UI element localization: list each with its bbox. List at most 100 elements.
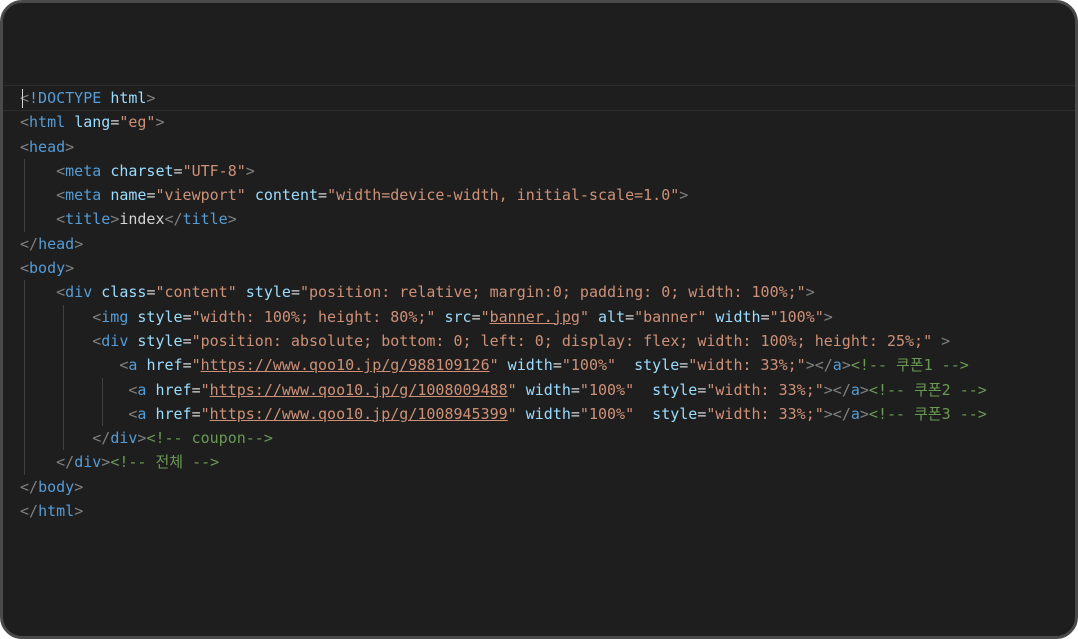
code-token-string-value: " xyxy=(191,356,201,375)
code-line[interactable]: <head> xyxy=(20,135,1075,159)
code-token-punctuation: < xyxy=(56,186,66,205)
code-token-attribute-name: style xyxy=(634,356,680,375)
code-token-text: = xyxy=(191,380,201,399)
code-line[interactable]: <body> xyxy=(20,256,1075,280)
code-token-tag-name: div xyxy=(101,331,129,350)
code-token-tag-name: body xyxy=(29,259,66,278)
code-token-text: = xyxy=(191,404,201,423)
code-line[interactable]: <div style="position: absolute; bottom: … xyxy=(20,328,1075,354)
indent-guide xyxy=(24,158,25,184)
code-line[interactable]: </div><!-- 전체 --> xyxy=(20,450,1075,475)
code-token-punctuation: < xyxy=(20,259,30,278)
indent-guide xyxy=(24,377,25,402)
code-line[interactable]: <!DOCTYPE html> xyxy=(20,86,1075,110)
code-token-text: = xyxy=(679,356,689,375)
code-token-attribute-name: href xyxy=(155,380,192,399)
code-token-string-value: "width: 33%;" xyxy=(688,356,806,375)
code-line[interactable]: <meta charset="UTF-8"> xyxy=(20,158,1075,184)
indent-guide xyxy=(24,183,25,208)
code-token-text: = xyxy=(570,404,580,423)
code-token-punctuation: </ xyxy=(56,453,75,472)
code-token-link-value[interactable]: https://www.qoo10.jp/g/1008945399 xyxy=(210,405,508,423)
code-token-text: = xyxy=(760,307,770,326)
code-token-link-value[interactable]: banner.jpg xyxy=(490,308,580,326)
code-token-attribute-name: width xyxy=(525,380,571,399)
code-token-punctuation: </ xyxy=(20,502,39,521)
code-token-string-value: "eg" xyxy=(119,113,156,132)
code-line[interactable]: <img style="width: 100%; height: 80%;" s… xyxy=(20,304,1075,329)
code-token-tag-name: img xyxy=(101,307,129,326)
code-line[interactable]: </head> xyxy=(20,232,1075,256)
code-token-attribute-name: src xyxy=(444,307,472,326)
code-token-attribute-name: html xyxy=(110,89,147,107)
code-token-string-value: "100%" xyxy=(561,356,617,375)
code-token-text: = xyxy=(697,404,707,423)
code-token-attribute-name: width xyxy=(525,404,571,423)
code-token-punctuation: ></ xyxy=(823,404,851,423)
indent-guide xyxy=(63,401,64,427)
code-token-attribute-name: style xyxy=(137,307,183,326)
code-token-string-value: " xyxy=(507,380,517,399)
code-token-attribute-name: style xyxy=(137,331,183,350)
code-token-attribute-name: charset xyxy=(110,161,174,180)
indent-guide xyxy=(24,207,25,232)
code-token-text: = xyxy=(182,331,192,350)
code-line[interactable]: <title>index</title> xyxy=(20,207,1075,232)
code-line[interactable]: <meta name="viewport" content="width=dev… xyxy=(20,183,1075,208)
code-token-comment: <!-- 쿠폰1 --> xyxy=(850,356,969,375)
code-token-link-value[interactable]: https://www.qoo10.jp/g/1008009488 xyxy=(210,381,508,399)
indent-guide xyxy=(24,426,25,451)
code-token-tag-name: head xyxy=(29,137,66,156)
code-line[interactable]: </body> xyxy=(20,475,1075,499)
code-token-punctuation: > xyxy=(110,210,120,229)
code-token-attribute-name: width xyxy=(715,307,761,326)
code-token-string-value: "width=device-width, initial-scale=1.0" xyxy=(327,186,680,205)
code-line[interactable]: <a href="https://www.qoo10.jp/g/10080094… xyxy=(20,377,1075,402)
indent-guide xyxy=(63,377,64,402)
code-token-string-value: "viewport" xyxy=(155,186,246,205)
code-token-text: = xyxy=(471,307,481,326)
editor-window: <!DOCTYPE html> <html lang="eg"> <head> <m… xyxy=(0,0,1078,639)
code-token-string-value: "100%" xyxy=(769,307,824,326)
code-token-punctuation: > xyxy=(65,259,75,278)
code-line[interactable]: </html> xyxy=(20,499,1075,523)
code-token-string-value: " xyxy=(480,307,490,326)
code-line[interactable]: </div><!-- coupon--> xyxy=(20,426,1075,451)
code-token-punctuation: < xyxy=(56,210,66,229)
code-line[interactable]: <a href="https://www.qoo10.jp/g/98810912… xyxy=(20,353,1075,378)
code-token-punctuation: </ xyxy=(164,210,183,229)
code-token-punctuation: < xyxy=(20,113,30,132)
code-token-link-value[interactable]: https://www.qoo10.jp/g/988109126 xyxy=(201,356,490,374)
code-line[interactable]: <a href="https://www.qoo10.jp/g/10089453… xyxy=(20,401,1075,427)
code-token-string-value: "position: absolute; bottom: 0; left: 0;… xyxy=(191,331,933,350)
code-line[interactable]: <div class="content" style="position: re… xyxy=(20,280,1075,305)
code-token-punctuation: > xyxy=(245,161,255,180)
code-editor[interactable]: <!DOCTYPE html> <html lang="eg"> <head> <m… xyxy=(20,86,1075,523)
code-token-tag-name: div xyxy=(110,429,138,448)
indent-guide xyxy=(102,377,103,402)
code-token-attribute-name: name xyxy=(110,186,147,205)
editor-top-area xyxy=(3,3,1075,83)
code-token-tag-name: a xyxy=(850,380,860,399)
text-cursor xyxy=(22,89,23,108)
code-token-text: = xyxy=(182,307,192,326)
code-token-punctuation: > xyxy=(805,283,815,302)
code-line[interactable]: <html lang="eg"> xyxy=(20,110,1075,134)
